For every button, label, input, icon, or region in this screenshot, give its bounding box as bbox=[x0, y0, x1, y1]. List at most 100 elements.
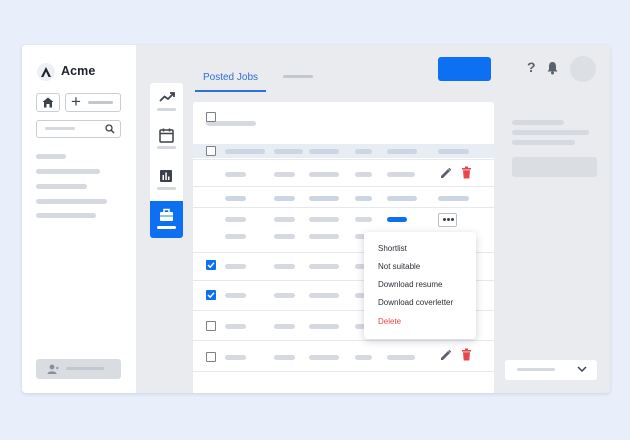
table-cell bbox=[309, 293, 339, 298]
table-cell bbox=[355, 355, 372, 360]
app-name: Acme bbox=[61, 64, 96, 78]
right-panel-block[interactable] bbox=[512, 157, 597, 177]
table-header bbox=[193, 144, 494, 158]
table-cell bbox=[274, 172, 295, 177]
chevron-down-icon bbox=[577, 366, 587, 373]
table-cell bbox=[309, 324, 339, 329]
trash-icon[interactable] bbox=[461, 348, 472, 361]
pencil-icon[interactable] bbox=[440, 349, 452, 361]
pencil-icon[interactable] bbox=[440, 167, 452, 179]
sidebar-nav-item[interactable] bbox=[36, 154, 66, 159]
table-cell bbox=[355, 196, 372, 201]
trend-icon bbox=[159, 92, 175, 102]
table-cell bbox=[225, 217, 246, 222]
rail-item-jobs[interactable] bbox=[150, 201, 183, 238]
bell-icon[interactable] bbox=[546, 61, 559, 75]
avatar[interactable] bbox=[570, 56, 596, 82]
table-cell bbox=[225, 293, 246, 298]
filter-select[interactable] bbox=[505, 360, 597, 380]
help-icon[interactable]: ? bbox=[527, 59, 536, 75]
table-cell bbox=[274, 293, 295, 298]
rail-item-reports[interactable] bbox=[150, 162, 183, 199]
tab-posted-jobs[interactable]: Posted Jobs bbox=[195, 69, 266, 92]
table-cell bbox=[225, 264, 246, 269]
table-cell bbox=[387, 196, 417, 201]
row-actions-menu: Shortlist Not suitable Download resume D… bbox=[364, 232, 476, 339]
table-cell bbox=[355, 172, 372, 177]
more-icon bbox=[443, 218, 446, 221]
table-cell bbox=[274, 217, 295, 222]
add-new-button[interactable]: + bbox=[65, 92, 121, 112]
menu-item-shortlist[interactable]: Shortlist bbox=[378, 244, 407, 253]
menu-item-download-resume[interactable]: Download resume bbox=[378, 280, 442, 289]
table-cell bbox=[274, 264, 295, 269]
rail-label bbox=[157, 187, 176, 190]
home-button[interactable] bbox=[36, 93, 60, 112]
briefcase-icon bbox=[160, 208, 173, 221]
table-cell bbox=[225, 355, 246, 360]
primary-action-button[interactable] bbox=[438, 57, 491, 81]
trash-icon[interactable] bbox=[461, 166, 472, 179]
table-cell bbox=[309, 355, 339, 360]
menu-item-delete[interactable]: Delete bbox=[378, 317, 401, 326]
table-cell bbox=[309, 196, 339, 201]
rail-label bbox=[157, 226, 176, 229]
search-placeholder bbox=[45, 127, 75, 130]
column-header bbox=[387, 149, 417, 154]
column-header bbox=[225, 149, 265, 154]
sidebar-nav-item[interactable] bbox=[36, 169, 100, 174]
rail-label bbox=[157, 146, 176, 149]
table-cell bbox=[387, 172, 415, 177]
sidebar-nav-item[interactable] bbox=[36, 199, 107, 204]
right-panel-text bbox=[512, 120, 564, 125]
row-checkbox[interactable] bbox=[206, 260, 216, 270]
table-cell bbox=[309, 264, 339, 269]
search-icon bbox=[105, 124, 115, 134]
table-cell bbox=[274, 324, 295, 329]
column-header bbox=[355, 149, 372, 154]
sidebar: Acme + bbox=[22, 45, 136, 393]
row-divider bbox=[193, 371, 494, 372]
menu-item-not-suitable[interactable]: Not suitable bbox=[378, 262, 420, 271]
more-icon bbox=[447, 218, 450, 221]
right-panel-text bbox=[512, 130, 589, 135]
select-value bbox=[517, 368, 555, 371]
table-cell bbox=[438, 196, 469, 201]
row-divider bbox=[193, 159, 494, 160]
table-cell bbox=[225, 196, 246, 201]
row-divider bbox=[193, 186, 494, 187]
right-panel-text bbox=[512, 140, 575, 145]
tab-secondary[interactable] bbox=[283, 75, 313, 78]
row-divider bbox=[193, 340, 494, 341]
row-checkbox[interactable] bbox=[206, 112, 216, 122]
bar-chart-icon bbox=[160, 170, 172, 182]
table-cell bbox=[309, 234, 339, 239]
account-button[interactable] bbox=[36, 359, 121, 379]
rail-label bbox=[157, 108, 176, 111]
sidebar-nav-item[interactable] bbox=[36, 213, 96, 218]
logo-icon bbox=[37, 63, 55, 81]
table-cell bbox=[274, 355, 295, 360]
column-header bbox=[274, 149, 303, 154]
plus-icon: + bbox=[71, 92, 81, 111]
row-checkbox[interactable] bbox=[206, 290, 216, 300]
more-actions-button[interactable] bbox=[438, 213, 457, 227]
rail-item-analytics[interactable] bbox=[150, 83, 183, 120]
rail-item-calendar[interactable] bbox=[150, 121, 183, 158]
row-checkbox[interactable] bbox=[206, 321, 216, 331]
menu-item-download-coverletter[interactable]: Download coverletter bbox=[378, 298, 453, 307]
account-label bbox=[66, 367, 104, 370]
select-all-checkbox[interactable] bbox=[206, 146, 216, 156]
search-input[interactable] bbox=[36, 120, 121, 138]
app-window: Acme + Posted Jobs ? Shortlist Not suita… bbox=[22, 45, 610, 393]
row-divider bbox=[193, 207, 494, 208]
table-cell bbox=[355, 217, 372, 222]
home-icon bbox=[42, 97, 54, 108]
add-new-label bbox=[88, 101, 113, 104]
status-badge bbox=[387, 217, 407, 222]
table-cell bbox=[274, 196, 295, 201]
user-icon bbox=[47, 364, 59, 374]
table-cell bbox=[309, 217, 339, 222]
row-checkbox[interactable] bbox=[206, 352, 216, 362]
sidebar-nav-item[interactable] bbox=[36, 184, 87, 189]
